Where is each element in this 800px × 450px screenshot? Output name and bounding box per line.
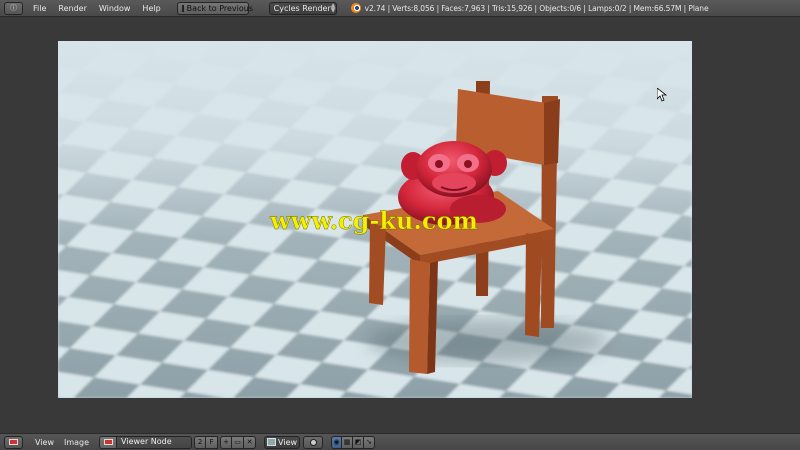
- render-engine-select[interactable]: Cycles Render ▲ ▼: [268, 1, 337, 15]
- plus-icon: +: [223, 438, 229, 446]
- alpha-channel-button[interactable]: ▦: [342, 435, 354, 449]
- unlink-image-button[interactable]: ✕: [244, 435, 257, 449]
- image-browse-select[interactable]: Viewer Node: [99, 435, 193, 449]
- image-editor-header: View Image Viewer Node 2 F + ▭ ✕ View ◉ …: [0, 433, 800, 450]
- sample-button[interactable]: ➘: [364, 435, 376, 449]
- render-scene: www.cg-ku.com: [58, 41, 692, 398]
- z-buffer-button[interactable]: ◩: [353, 435, 365, 449]
- users-count-button[interactable]: 2: [194, 435, 207, 449]
- back-to-previous-button[interactable]: Back to Previous: [176, 1, 253, 15]
- render-result-image[interactable]: www.cg-ku.com: [58, 41, 692, 398]
- menu-window[interactable]: Window: [99, 4, 131, 13]
- watermark-text: www.cg-ku.com: [269, 206, 478, 235]
- scene-stats: v2.74 | Verts:8,056 | Faces:7,963 | Tris…: [364, 3, 709, 13]
- image-icon: [103, 439, 113, 445]
- checker-icon: ▦: [343, 438, 351, 446]
- browse-image-button[interactable]: [100, 436, 118, 448]
- blender-logo-icon: [350, 3, 361, 13]
- menu-help[interactable]: Help: [142, 4, 160, 13]
- editor-type-button[interactable]: [4, 435, 23, 449]
- display-channels-group: ◉ ▦ ◩ ➘: [331, 435, 376, 449]
- screen-icon: [181, 4, 184, 12]
- info-icon: ⓘ: [10, 4, 17, 12]
- color-icon: ◉: [333, 438, 340, 446]
- menu-image[interactable]: Image: [64, 438, 89, 447]
- updown-arrows-icon: ▲ ▼: [330, 2, 336, 14]
- open-image-button[interactable]: ▭: [232, 435, 245, 449]
- color-channel-button[interactable]: ◉: [331, 435, 343, 449]
- info-header: ⓘ File Render Window Help Back to Previo…: [0, 0, 800, 17]
- view-icon: [267, 438, 277, 446]
- mouse-cursor-icon: [657, 88, 667, 102]
- view-mode-label: View: [278, 437, 298, 447]
- menu-file[interactable]: File: [33, 4, 46, 13]
- image-editor-icon: [9, 439, 18, 445]
- menu-render[interactable]: Render: [58, 4, 86, 13]
- pivot-icon: [309, 438, 317, 446]
- view-mode-select[interactable]: View: [264, 435, 301, 449]
- image-name-field[interactable]: Viewer Node: [117, 436, 192, 448]
- back-to-previous-label: Back to Previous: [186, 3, 254, 13]
- folder-icon: ▭: [234, 438, 241, 446]
- menu-view[interactable]: View: [35, 438, 54, 447]
- image-editor-area[interactable]: www.cg-ku.com: [0, 17, 800, 433]
- render-engine-label: Cycles Render: [273, 3, 331, 13]
- editor-type-button[interactable]: ⓘ: [4, 1, 23, 15]
- new-image-button[interactable]: +: [220, 435, 233, 449]
- fake-user-button[interactable]: F: [206, 435, 219, 449]
- gradient-icon: ◩: [354, 438, 362, 446]
- arrow-icon: ➘: [366, 438, 372, 446]
- close-icon: ✕: [246, 438, 253, 446]
- pivot-point-button[interactable]: [303, 435, 324, 449]
